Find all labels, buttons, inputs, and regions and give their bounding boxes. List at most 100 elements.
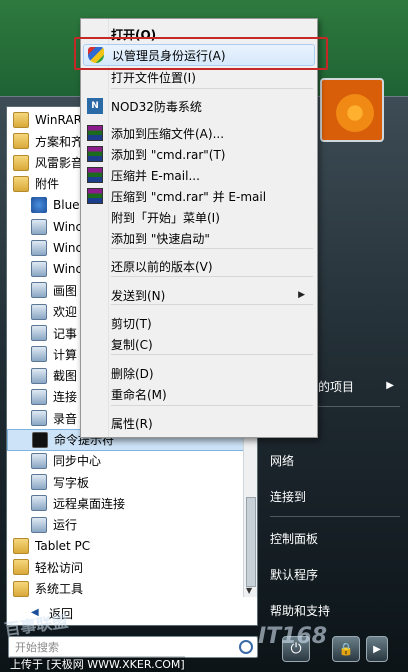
default-programs-label: 默认程序 (270, 567, 319, 582)
search-icon[interactable] (239, 640, 253, 654)
scroll-down-arrow-icon[interactable]: ▼ (246, 586, 252, 595)
context-menu-item[interactable]: 删除(D) (83, 362, 315, 384)
network-item[interactable]: 网络 (270, 448, 294, 472)
context-menu-item[interactable]: 添加到 "快速启动" (83, 227, 315, 249)
program-label: 轻松访问 (35, 560, 84, 575)
app-icon (31, 495, 47, 512)
context-menu-label: 压缩到 "cmd.rar" 并 E-mail (111, 189, 267, 204)
app-icon (31, 516, 47, 533)
context-menu-label: 剪切(T) (111, 316, 152, 331)
lock-icon: 🔒 (338, 642, 354, 656)
program-item[interactable]: 写字板 (7, 471, 245, 493)
app-icon (31, 325, 47, 341)
context-menu-item[interactable]: 添加到压缩文件(A)... (83, 122, 315, 144)
program-label: 截图 (53, 369, 78, 384)
program-label: 欢迎 (53, 305, 78, 320)
blank-icon (87, 69, 103, 85)
program-label: 风雷影音 (35, 156, 84, 171)
program-label: Winc (53, 219, 83, 234)
program-label: 附件 (35, 177, 60, 192)
program-label: 记事 (53, 326, 78, 341)
program-label: 运行 (53, 518, 78, 533)
program-item[interactable]: 系统工具 (7, 578, 245, 600)
program-label: Winc (53, 262, 83, 277)
program-label: Tablet PC (35, 539, 91, 553)
program-label: Blue (53, 198, 80, 213)
context-menu-label: 发送到(N) (111, 288, 166, 303)
start-search-box[interactable]: 开始搜索 (8, 636, 258, 658)
program-item[interactable]: 同步中心 (7, 450, 245, 472)
context-menu-label: 属性(R) (111, 416, 153, 431)
control-panel-label: 控制面板 (270, 531, 319, 546)
program-item[interactable]: 轻松访问 (7, 556, 245, 578)
program-item[interactable]: 远程桌面连接 (7, 492, 245, 514)
folder-icon (13, 133, 29, 150)
app-icon (31, 410, 47, 427)
folder-icon (13, 175, 29, 192)
app-icon (31, 346, 47, 363)
context-menu-item[interactable]: 重命名(M) (83, 383, 315, 405)
chevron-right-icon: ▶ (373, 643, 381, 655)
context-menu-item[interactable]: 附到「开始」菜单(I) (83, 206, 315, 228)
connect-to-item[interactable]: 连接到 (270, 484, 306, 508)
highlight-outline (74, 37, 328, 70)
watermark-right: IT168 (258, 624, 328, 649)
folder-icon (13, 559, 29, 576)
context-menu-label: 还原以前的版本(V) (111, 259, 213, 274)
program-label: 连接 (53, 390, 78, 405)
program-item[interactable]: Tablet PC (7, 535, 245, 557)
app-icon (31, 282, 47, 299)
context-menu-label: 压缩并 E-mail... (111, 168, 200, 183)
folder-icon (13, 112, 29, 128)
context-menu-label: 附到「开始」菜单(I) (111, 210, 220, 225)
blank-icon (87, 209, 103, 225)
blank-icon (87, 365, 103, 381)
search-placeholder: 开始搜索 (15, 641, 59, 654)
context-menu-label: 重命名(M) (111, 387, 167, 402)
scrollbar-thumb[interactable] (246, 497, 256, 587)
help-support-item[interactable]: 帮助和支持 (270, 598, 330, 622)
connect-to-label: 连接到 (270, 489, 307, 504)
context-menu-item[interactable]: 发送到(N) ▶ (83, 284, 315, 306)
default-programs-item[interactable]: 默认程序 (270, 562, 318, 586)
app-icon (31, 261, 47, 278)
context-menu-separator (111, 88, 313, 89)
lock-button[interactable]: 🔒 (332, 636, 360, 662)
program-label: 写字板 (53, 475, 90, 490)
context-menu-label: 添加到 "cmd.rar"(T) (111, 147, 226, 162)
context-menu-item[interactable]: 添加到 "cmd.rar"(T) (83, 143, 315, 165)
help-support-label: 帮助和支持 (270, 603, 331, 618)
app-icon (31, 218, 47, 235)
context-menu-item[interactable]: 还原以前的版本(V) (83, 255, 315, 277)
context-menu-separator (111, 405, 313, 406)
submenu-arrow-icon: ▶ (298, 290, 305, 300)
context-menu: 打开(O) 以管理员身份运行(A) 打开文件位置(I) N NOD32防毒系统 添加到压缩… (80, 18, 318, 438)
bluetooth-icon (31, 197, 47, 214)
folder-icon (13, 580, 29, 597)
context-menu-item[interactable]: N NOD32防毒系统 (83, 95, 315, 117)
app-icon (31, 303, 47, 320)
context-menu-label: NOD32防毒系统 (111, 99, 202, 114)
places-separator (270, 516, 400, 517)
context-menu-label: 添加到压缩文件(A)... (111, 126, 225, 141)
winrar-icon (87, 188, 103, 204)
blank-icon (87, 415, 103, 431)
program-label: Winc (53, 240, 83, 255)
shutdown-options-button[interactable]: ▶ (366, 636, 388, 662)
context-menu-item[interactable]: 剪切(T) (83, 312, 315, 334)
blank-icon (87, 386, 103, 402)
context-menu-item[interactable]: 压缩并 E-mail... (83, 164, 315, 186)
upload-note: 上传于 [天极网 WWW.XKER.COM] (10, 656, 185, 672)
folder-icon (13, 154, 29, 171)
network-label: 网络 (270, 453, 295, 468)
context-menu-item[interactable]: 复制(C) (83, 333, 315, 355)
program-label: 方案和齐 (35, 134, 84, 149)
control-panel-item[interactable]: 控制面板 (270, 526, 318, 550)
cmd-icon (32, 431, 48, 448)
program-item[interactable]: 运行 (7, 514, 245, 536)
app-icon (31, 474, 47, 491)
context-menu-item[interactable]: 压缩到 "cmd.rar" 并 E-mail (83, 185, 315, 207)
context-menu-item[interactable]: 属性(R) (83, 412, 315, 434)
program-label: 录音 (53, 411, 78, 426)
blank-icon (87, 230, 103, 246)
